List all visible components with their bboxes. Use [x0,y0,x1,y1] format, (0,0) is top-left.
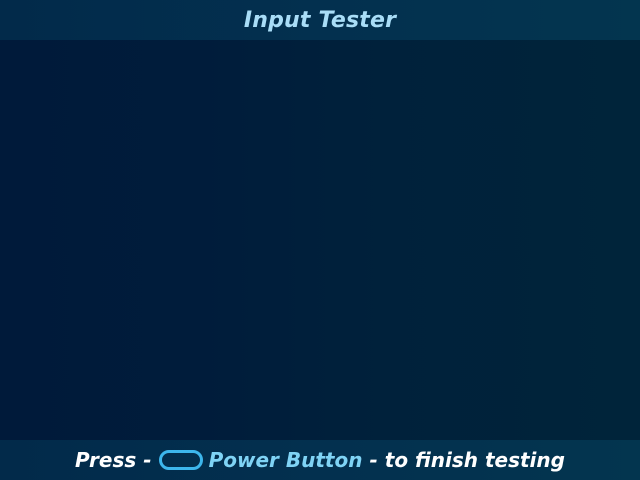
input-tester-screen: Input Tester Press - Power Button - to f… [0,0,640,480]
input-test-area [0,40,640,440]
power-button-label: Power Button [208,448,363,472]
power-button-icon [158,450,203,470]
page-title: Input Tester [243,7,397,33]
finish-instruction: to finish testing [384,448,565,472]
separator-dash: - [143,448,152,472]
press-label: Press [75,448,137,472]
footer-hint: Press - Power Button - to finish testing [0,440,640,480]
separator-dash: - [369,448,378,472]
title-bar: Input Tester [0,0,640,40]
